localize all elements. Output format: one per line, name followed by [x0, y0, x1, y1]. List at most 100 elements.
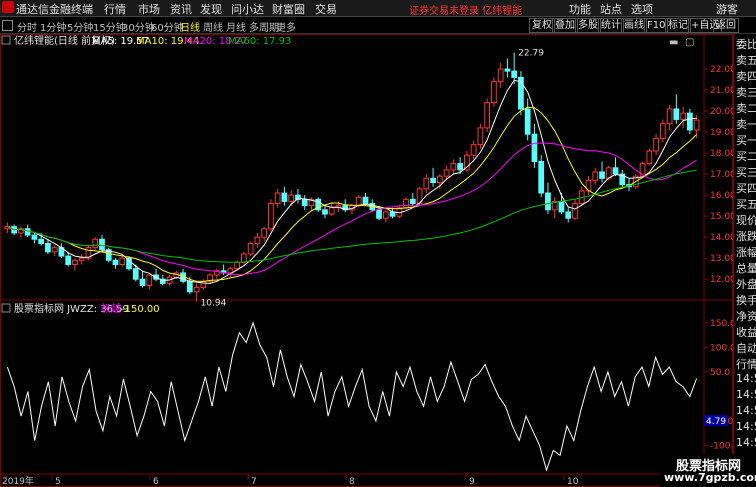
side-panel-label: 总量: [736, 262, 756, 275]
candle: [241, 251, 247, 265]
period-weekly[interactable]: 周线: [203, 19, 223, 34]
candle-body: [572, 203, 578, 219]
candle-body: [592, 171, 599, 181]
period-5min[interactable]: 5分钟: [67, 19, 93, 34]
menu-item-news[interactable]: 资讯: [170, 1, 192, 17]
menu-item-ask[interactable]: 问小达: [231, 1, 264, 17]
candle: [92, 237, 99, 250]
menu-item-market[interactable]: 市场: [138, 1, 160, 17]
back-button[interactable]: 返回: [713, 18, 739, 33]
period-15min[interactable]: 15分钟: [93, 19, 126, 34]
indicator-axis: 150.0100.050.0-50.0-100.0: [704, 319, 733, 451]
candle: [227, 266, 234, 278]
menu-item-discover[interactable]: 发现: [200, 1, 222, 17]
jwzz-line: [6, 321, 698, 472]
side-panel-label: 行情: [736, 358, 756, 371]
candle-body: [328, 207, 335, 215]
side-panel-label: 现价: [736, 214, 756, 227]
watermark: 股票指标网 www.7gpzb.com: [660, 454, 756, 487]
candle-body: [31, 234, 38, 240]
expand-icon[interactable]: ▢: [685, 37, 694, 48]
period-1min[interactable]: 1分钟: [40, 19, 66, 34]
collapse-icon[interactable]: ▬: [669, 37, 678, 48]
candle: [119, 256, 126, 267]
side-panel-label: 买一: [736, 134, 756, 147]
month-label: 10: [567, 477, 579, 487]
candle-body: [45, 242, 51, 253]
candle-body: [484, 102, 491, 129]
candle-body: [65, 255, 72, 265]
candle-body: [241, 253, 247, 263]
chart-toggle-icon[interactable]: [1, 35, 11, 45]
side-panel-label: 14:56: [736, 420, 756, 433]
candle: [146, 272, 153, 290]
candle-body: [653, 137, 659, 152]
indicator-toggle-icon[interactable]: [1, 303, 11, 313]
guest-user[interactable]: 游客: [716, 1, 738, 17]
candle: [105, 247, 112, 263]
side-panel-label: 卖二: [736, 102, 756, 115]
candle: [207, 272, 213, 284]
candle: [578, 186, 585, 206]
candle: [659, 119, 666, 143]
candle: [551, 197, 558, 219]
side-panel-label: 买二: [736, 150, 756, 163]
period-multi[interactable]: 多周期: [249, 19, 279, 34]
candle: [666, 104, 673, 130]
menu-item-trade[interactable]: 交易: [315, 1, 337, 17]
ma60-line: [7, 169, 697, 263]
candle-body: [403, 198, 409, 209]
candle-body: [545, 192, 551, 211]
candle: [592, 167, 599, 185]
period-30min[interactable]: 30分钟: [122, 19, 155, 34]
indicator-current-value: 4.79: [706, 417, 726, 427]
candle: [518, 71, 524, 116]
candle-body: [436, 175, 443, 184]
candle: [45, 239, 51, 254]
candle-body: [119, 257, 126, 265]
candle-body: [450, 163, 457, 171]
side-panel-label: 卖一: [736, 118, 756, 131]
candle-body: [132, 268, 139, 280]
menu-item-wealth[interactable]: 财富圈: [272, 1, 305, 17]
side-panel-label: 14:56: [736, 404, 756, 417]
menu-item-sites[interactable]: 站点: [600, 1, 622, 17]
side-panel-label: 收益: [736, 326, 756, 339]
candle: [382, 209, 389, 223]
candle-body: [247, 242, 254, 255]
candle: [301, 195, 308, 210]
watermark-url: www.7gpzb.com: [664, 471, 756, 484]
candle-body: [538, 160, 545, 194]
candle-body: [612, 167, 619, 175]
menu-item-functions[interactable]: 功能: [569, 1, 591, 17]
period-daily[interactable]: 日线: [180, 19, 200, 34]
chart-area[interactable]: 亿纬锂能(日线 前复权) MA5: 19.57 MA10: 19.44 MA20…: [0, 34, 733, 487]
period-intraday[interactable]: 分时: [17, 19, 37, 34]
candle-body: [430, 177, 436, 184]
candle: [565, 207, 572, 223]
layout-toggle-icon[interactable]: [2, 20, 13, 31]
period-60min[interactable]: 60分钟: [151, 19, 184, 34]
side-panel-label: 14:56: [736, 436, 756, 449]
candle: [430, 167, 436, 187]
candle-body: [51, 247, 58, 253]
candle-body: [72, 259, 78, 265]
side-panel-label: 净资: [736, 310, 756, 323]
period-more[interactable]: 更多: [276, 19, 296, 34]
indicator-line: [6, 321, 698, 472]
period-monthly[interactable]: 月线: [226, 19, 246, 34]
period-bar: 分时 1分钟 5分钟 15分钟 30分钟 60分钟 日线 周线 月线 多周期 更…: [0, 17, 756, 34]
candle-body: [322, 209, 328, 215]
candle: [254, 232, 261, 248]
candle: [511, 52, 518, 84]
menu-item-options[interactable]: 选项: [631, 1, 653, 17]
candle: [545, 182, 551, 215]
side-panel-label: 买四: [736, 182, 756, 195]
menu-item-quotes[interactable]: 行情: [104, 1, 126, 17]
candle-body: [646, 150, 653, 165]
candle-body: [558, 200, 565, 213]
candle-body: [24, 228, 31, 236]
candle: [362, 193, 369, 206]
candle-body: [99, 238, 105, 251]
candle: [281, 186, 288, 206]
